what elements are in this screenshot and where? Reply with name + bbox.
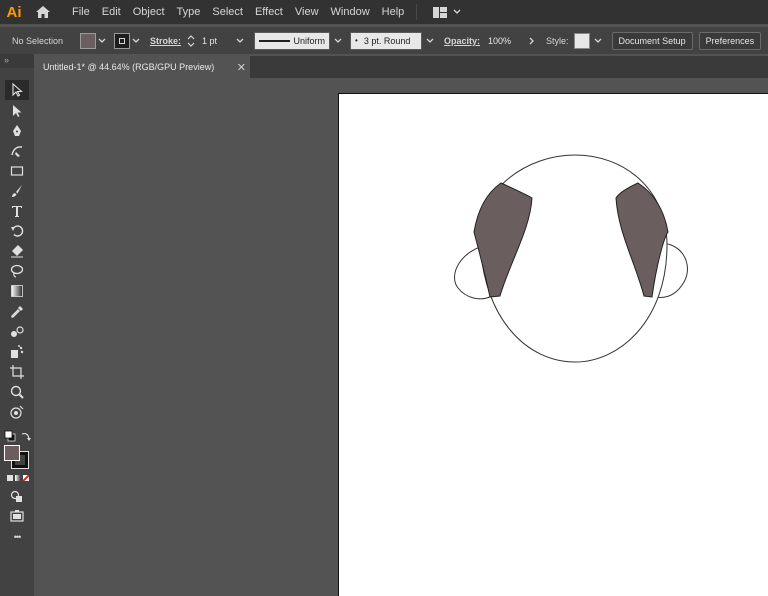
stroke-weight-input[interactable]: 1 pt xyxy=(198,32,234,50)
style-label: Style: xyxy=(546,35,569,46)
lasso-tool-icon[interactable] xyxy=(5,261,29,281)
workspace-switcher[interactable] xyxy=(433,6,461,18)
chevron-down-icon xyxy=(453,9,461,14)
color-mode-icon[interactable] xyxy=(7,475,13,481)
brush-definition-select[interactable]: • 3 pt. Round xyxy=(350,31,423,50)
menu-items: File Edit Object Type Select Effect View Window… xyxy=(66,0,410,24)
stroke-profile-select[interactable]: Uniform xyxy=(254,31,331,50)
document-tab-bar: Untitled-1* @ 44.64% (RGB/GPU Preview) ✕ xyxy=(36,56,768,78)
stroke-label[interactable]: Stroke: xyxy=(150,36,181,46)
rotate-tool-icon[interactable] xyxy=(5,221,29,241)
menu-item-object[interactable]: Object xyxy=(127,0,171,24)
screen-mode-icon[interactable] xyxy=(5,506,29,526)
eyedropper-tool-icon[interactable] xyxy=(5,302,29,322)
document-tab[interactable]: Untitled-1* @ 44.64% (RGB/GPU Preview) ✕ xyxy=(36,56,250,78)
selection-tool-icon[interactable] xyxy=(5,80,29,100)
app-logo: Ai xyxy=(6,3,22,21)
menu-item-window[interactable]: Window xyxy=(325,0,376,24)
selection-status: No Selection xyxy=(12,35,64,46)
gradient-tool-icon[interactable] xyxy=(5,281,29,301)
rectangle-tool-icon[interactable] xyxy=(5,161,29,181)
menu-bar: Ai File Edit Object Type Select Effect View Win… xyxy=(0,0,768,24)
menu-item-select[interactable]: Select xyxy=(206,0,249,24)
preferences-button[interactable]: Preferences xyxy=(698,31,762,50)
zoom-tool-icon[interactable] xyxy=(5,382,29,402)
opacity-label[interactable]: Opacity: xyxy=(444,36,480,46)
brush-value: 3 pt. Round xyxy=(363,35,411,46)
chevron-down-icon[interactable] xyxy=(424,33,436,49)
document-setup-button[interactable]: Document Setup xyxy=(611,31,693,50)
control-bar: No Selection Stroke: 1 pt Uniform • 3 pt… xyxy=(0,27,768,54)
menu-item-effect[interactable]: Effect xyxy=(249,0,289,24)
type-tool-icon[interactable] xyxy=(5,201,29,221)
panel-collapse-icon[interactable]: » xyxy=(0,54,34,68)
menu-item-file[interactable]: File xyxy=(66,0,96,24)
blend-tool-icon[interactable] xyxy=(5,322,29,342)
pen-tool-icon[interactable] xyxy=(5,121,29,141)
chevron-down-icon[interactable] xyxy=(96,33,108,49)
home-icon[interactable] xyxy=(28,0,58,24)
chevron-down-icon[interactable] xyxy=(130,33,142,49)
none-mode-icon[interactable] xyxy=(23,475,29,481)
chevron-down-icon[interactable] xyxy=(234,33,246,49)
stroke-swatch[interactable] xyxy=(114,32,130,49)
style-swatch[interactable] xyxy=(573,32,590,49)
stepper-arrows-icon[interactable] xyxy=(187,34,195,48)
shape-builder-tool-icon[interactable] xyxy=(5,402,29,422)
stroke-color-picker[interactable] xyxy=(114,32,142,49)
artboard-tool-icon[interactable] xyxy=(5,362,29,382)
chevron-right-icon[interactable] xyxy=(526,33,538,49)
opacity-input[interactable]: 100% xyxy=(484,32,526,50)
close-icon[interactable]: ✕ xyxy=(237,61,246,74)
color-mode-buttons xyxy=(7,475,29,481)
illustrator-window: Ai File Edit Object Type Select Effect View Win… xyxy=(0,0,768,596)
draw-mode-icon[interactable] xyxy=(5,486,29,506)
brush-dot-icon: • xyxy=(355,36,358,45)
document-tab-title: Untitled-1* @ 44.64% (RGB/GPU Preview) xyxy=(43,62,215,72)
more-tools-icon[interactable]: ••• xyxy=(0,532,34,542)
fill-color-swatch[interactable] xyxy=(4,445,20,461)
symbol-sprayer-tool-icon[interactable] xyxy=(5,342,29,362)
curvature-tool-icon[interactable] xyxy=(5,141,29,161)
menu-divider xyxy=(416,4,418,20)
menu-item-help[interactable]: Help xyxy=(376,0,411,24)
eraser-tool-icon[interactable] xyxy=(5,241,29,261)
direct-selection-tool-icon[interactable] xyxy=(5,101,29,121)
paintbrush-tool-icon[interactable] xyxy=(5,181,29,201)
swap-colors-icon[interactable] xyxy=(20,429,32,441)
stroke-profile-value: Uniform xyxy=(293,35,326,46)
fill-color-picker[interactable] xyxy=(80,32,108,49)
default-colors-icon[interactable] xyxy=(4,429,16,442)
chevron-down-icon[interactable] xyxy=(592,33,604,49)
menu-item-edit[interactable]: Edit xyxy=(96,0,127,24)
menu-item-type[interactable]: Type xyxy=(171,0,207,24)
uniform-line-icon xyxy=(259,39,290,42)
fill-swatch[interactable] xyxy=(80,32,96,49)
gradient-mode-icon[interactable] xyxy=(15,475,21,481)
tools-panel: » ••• xyxy=(0,54,34,596)
stroke-weight-stepper[interactable]: 1 pt xyxy=(187,32,246,50)
menu-item-view[interactable]: View xyxy=(289,0,325,24)
workspace-layout-icon xyxy=(433,6,448,18)
chevron-down-icon[interactable] xyxy=(332,33,344,49)
